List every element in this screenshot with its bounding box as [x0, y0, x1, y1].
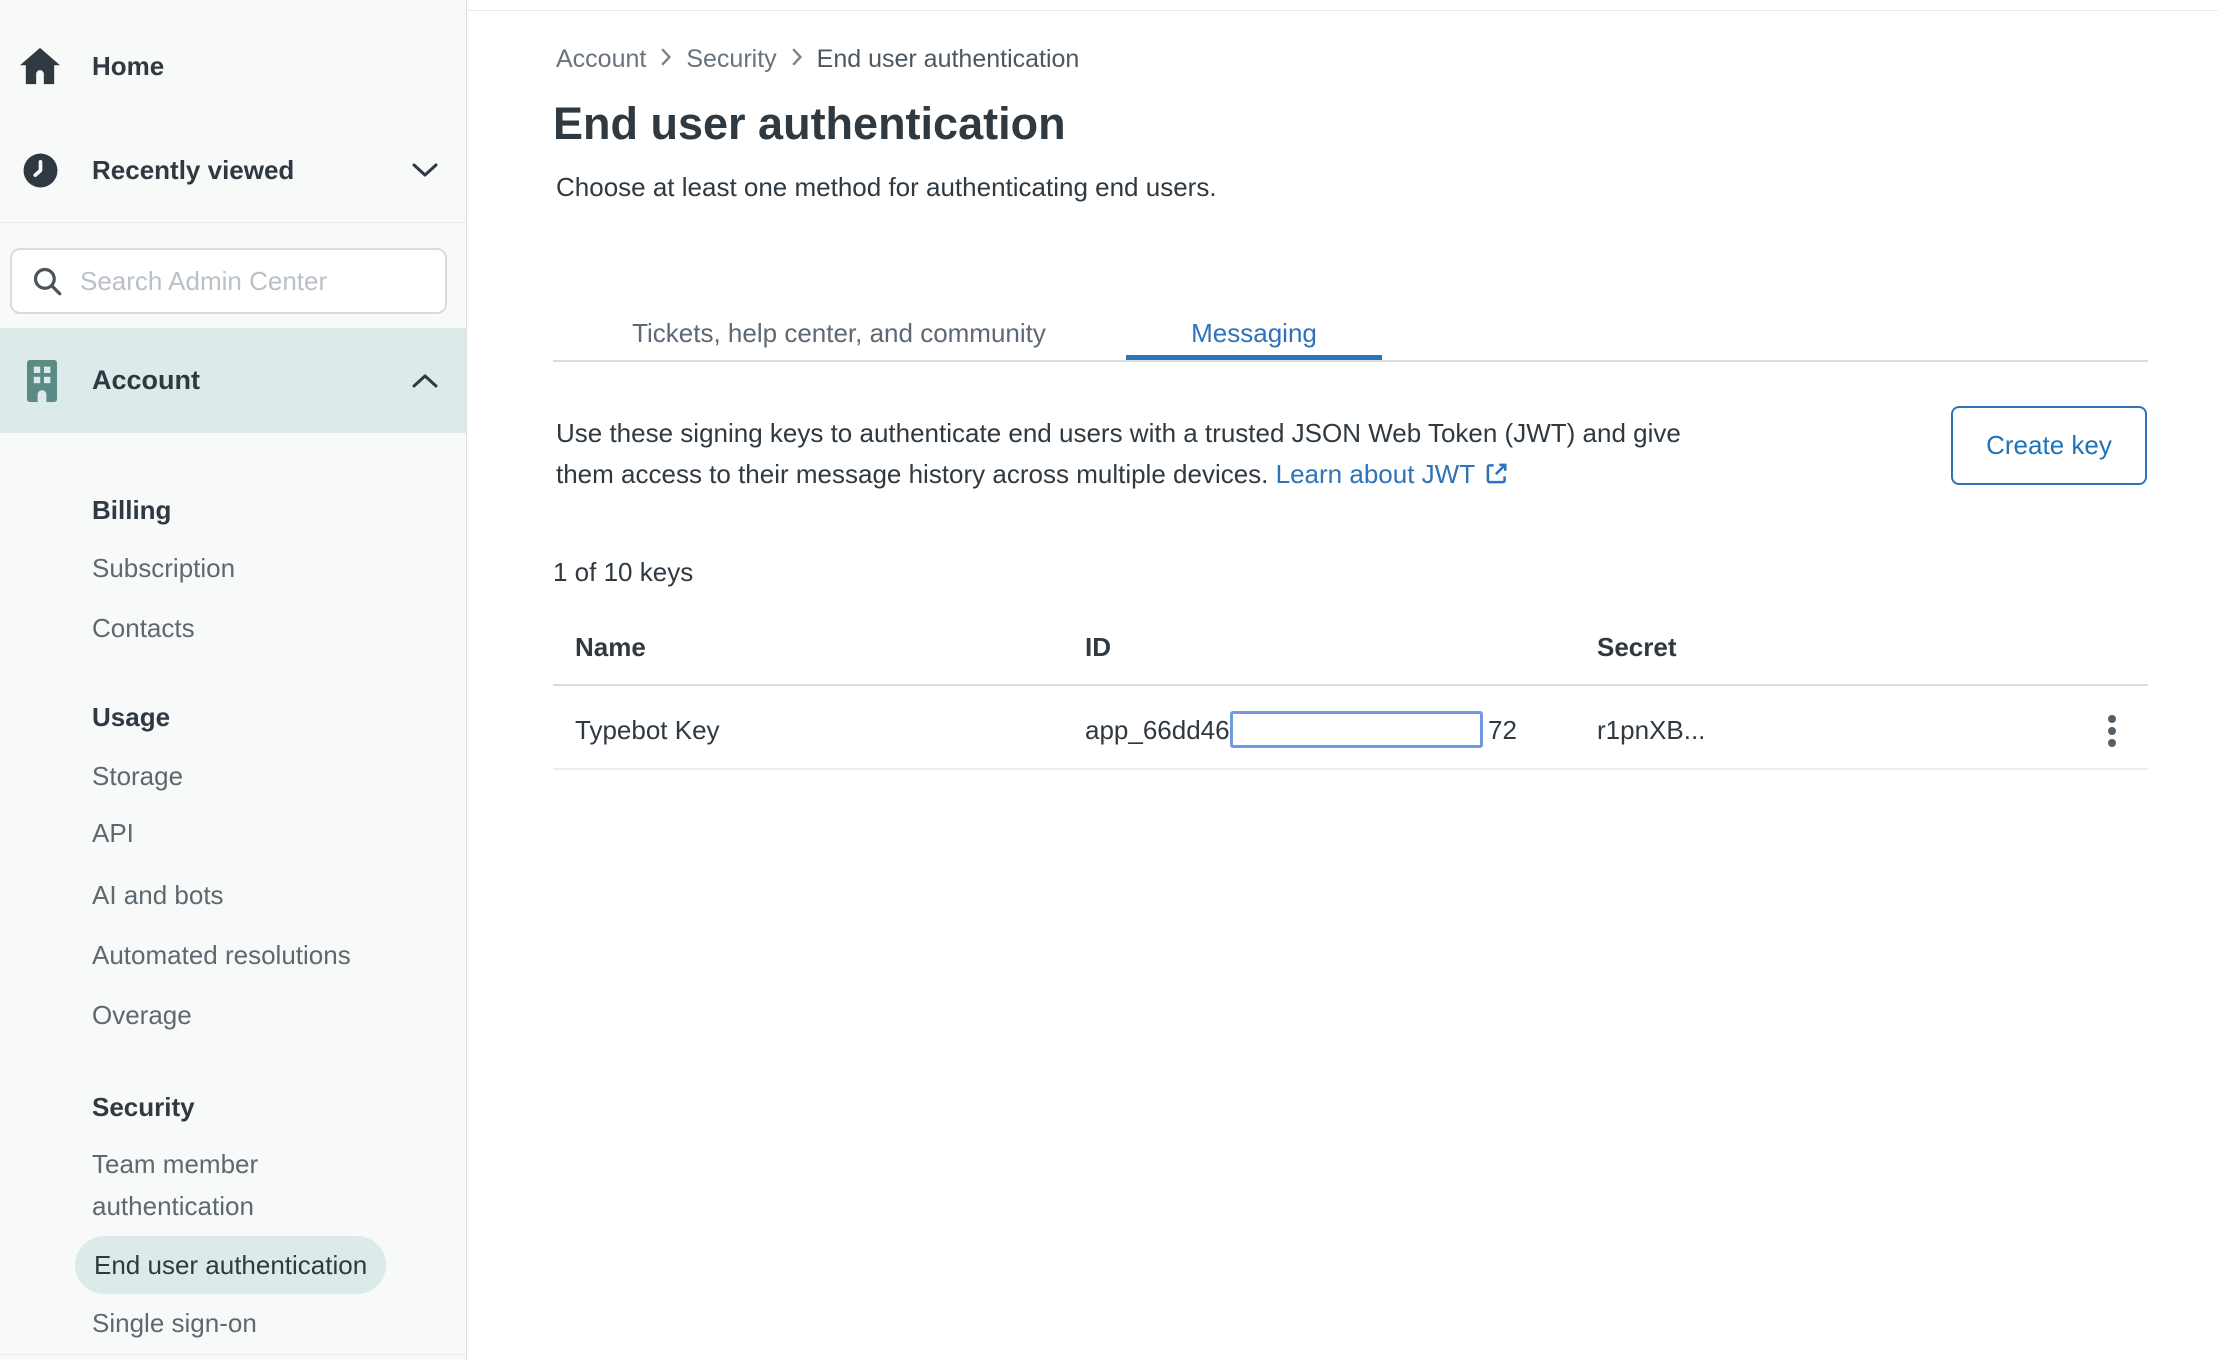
tab-label: Messaging [1191, 318, 1317, 349]
sidebar-item-end-user-authentication[interactable]: End user authentication [75, 1236, 386, 1294]
breadcrumb: Account Security End user authentication [556, 45, 1079, 74]
description-line-1: Use these signing keys to authenticate e… [556, 413, 1681, 454]
sidebar-item-label: Home [92, 51, 164, 82]
sidebar-divider [0, 222, 466, 223]
sidebar-item-label: Recently viewed [92, 155, 294, 186]
kebab-dot [2108, 727, 2116, 735]
home-icon [14, 46, 66, 86]
chevron-up-icon [412, 374, 438, 388]
sidebar-item-account[interactable]: Account [0, 328, 466, 433]
key-secret-cell: r1pnXB... [1597, 715, 1705, 746]
search-icon [30, 264, 64, 298]
tab-messaging[interactable]: Messaging [1126, 305, 1382, 362]
kebab-dot [2108, 715, 2116, 723]
sidebar: Home Recently viewed [0, 0, 467, 1360]
clock-icon [14, 152, 66, 189]
sidebar-item-contacts[interactable]: Contacts [92, 608, 195, 648]
keys-count: 1 of 10 keys [553, 557, 693, 588]
sidebar-item-single-sign-on[interactable]: Single sign-on [92, 1303, 257, 1343]
tab-tickets-help-center-community[interactable]: Tickets, help center, and community [579, 305, 1099, 362]
key-id-suffix: 72 [1488, 715, 1517, 746]
external-link-icon [1483, 458, 1510, 499]
column-header-name: Name [575, 632, 646, 663]
table-row-divider [553, 768, 2148, 770]
sidebar-bottom-divider [0, 1354, 466, 1355]
sidebar-item-subscription[interactable]: Subscription [92, 548, 235, 588]
table-header-divider [553, 684, 2148, 686]
search-input[interactable] [78, 265, 445, 298]
admin-search [10, 248, 447, 314]
sidebar-section-billing: Billing [92, 490, 171, 530]
building-icon [16, 358, 68, 404]
key-id-cell: app_66dd46 [1085, 715, 1230, 746]
learn-about-jwt-link[interactable]: Learn about JWT [1276, 459, 1475, 489]
sidebar-item-storage[interactable]: Storage [92, 756, 183, 796]
sidebar-section-security: Security [92, 1087, 195, 1127]
sidebar-item-ai-and-bots[interactable]: AI and bots [92, 875, 224, 915]
sidebar-item-api[interactable]: API [92, 813, 134, 853]
sidebar-item-team-member-authentication[interactable]: Team member authentication [92, 1143, 392, 1227]
column-header-secret: Secret [1597, 632, 1677, 663]
chevron-right-icon [791, 45, 803, 74]
top-divider [467, 10, 2218, 11]
kebab-dot [2108, 739, 2116, 747]
admin-center-page: Home Recently viewed [0, 0, 2218, 1360]
main-content: Account Security End user authentication… [467, 0, 2218, 1360]
chevron-down-icon [412, 163, 438, 177]
row-options-kebab-menu[interactable] [2099, 710, 2125, 752]
sidebar-section-usage: Usage [92, 697, 170, 737]
id-focus-overlay-box [1230, 711, 1483, 748]
key-name-cell: Typebot Key [575, 715, 720, 746]
sidebar-item-label: Account [92, 365, 200, 396]
chevron-right-icon [660, 45, 672, 74]
breadcrumb-security[interactable]: Security [686, 45, 776, 74]
column-header-id: ID [1085, 632, 1111, 663]
sidebar-item-recently-viewed[interactable]: Recently viewed [0, 137, 466, 203]
page-subtitle: Choose at least one method for authentic… [556, 172, 1217, 203]
create-key-button[interactable]: Create key [1951, 406, 2147, 485]
page-title: End user authentication [553, 98, 1066, 150]
sidebar-item-overage[interactable]: Overage [92, 995, 192, 1035]
tab-label: Tickets, help center, and community [632, 318, 1046, 349]
breadcrumb-current: End user authentication [817, 45, 1080, 74]
sidebar-item-automated-resolutions[interactable]: Automated resolutions [92, 935, 351, 975]
sidebar-item-home[interactable]: Home [0, 33, 466, 99]
description-line-2: them access to their message history acr… [556, 454, 1681, 499]
tabs-divider [553, 360, 2148, 362]
breadcrumb-account[interactable]: Account [556, 45, 646, 74]
signing-keys-description: Use these signing keys to authenticate e… [556, 413, 1681, 499]
